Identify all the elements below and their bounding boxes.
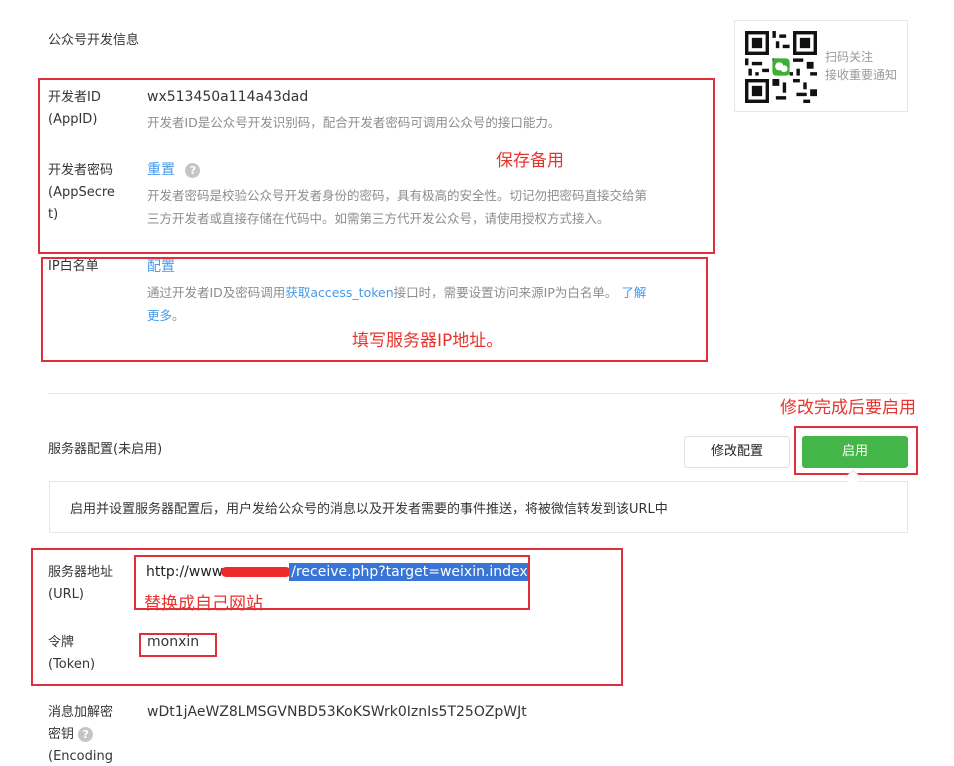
qr-code-icon	[745, 31, 817, 103]
annotation-save-backup: 保存备用	[496, 151, 564, 171]
qr-text-notify: 接收重要通知	[825, 68, 898, 82]
divider	[48, 393, 908, 394]
annotation-enable-after: 修改完成后要启用	[780, 398, 916, 418]
annotation-box-server	[31, 548, 623, 686]
annotation-box-enable	[794, 426, 918, 475]
section-title: 公众号开发信息	[48, 33, 140, 48]
help-icon[interactable]: ?	[78, 727, 94, 742]
encoding-key-value[interactable]: wDt1jAeWZ8LMSGVNBD53KoKSWrk0IznIs5T25OZp…	[147, 702, 527, 722]
modify-config-button[interactable]: 修改配置	[684, 436, 790, 468]
encoding-key-label-line1: 消息加解密	[48, 705, 114, 720]
qr-text-follow: 扫码关注	[825, 50, 874, 64]
annotation-fill-ip: 填写服务器IP地址。	[352, 331, 504, 351]
annotation-box-credentials	[38, 78, 715, 254]
qr-card: 扫码关注 接收重要通知	[734, 20, 908, 112]
encoding-key-label-line3: (Encoding	[48, 749, 113, 764]
server-config-info: 启用并设置服务器配置后，用户发给公众号的消息以及开发者需要的事件推送，将被微信转…	[70, 502, 668, 517]
server-config-title: 服务器配置(未启用)	[48, 442, 163, 457]
encoding-key-label: 消息加解密 密钥 ? (Encoding	[48, 702, 113, 766]
server-config-info-box: 启用并设置服务器配置后，用户发给公众号的消息以及开发者需要的事件推送，将被微信转…	[49, 481, 908, 533]
encoding-key-label-line2: 密钥	[48, 727, 75, 742]
